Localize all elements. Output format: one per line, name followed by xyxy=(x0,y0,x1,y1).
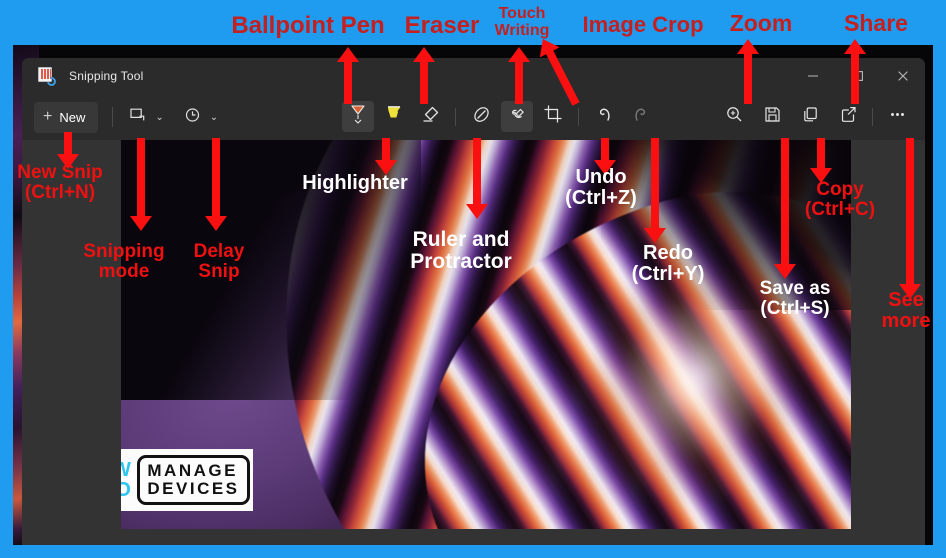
see-more-button[interactable] xyxy=(881,101,913,132)
annotation-touch-writing: Touch Writing xyxy=(494,5,550,39)
share-button[interactable] xyxy=(832,101,864,132)
annotation-eraser: Eraser xyxy=(404,12,480,39)
title-bar: Snipping Tool xyxy=(22,58,925,94)
snipping-tool-window: Snipping Tool + New ⌄ ⌄ W O MANAGE DEVIC… xyxy=(22,58,925,545)
eraser-icon xyxy=(420,104,441,130)
canvas-area[interactable]: HOW TO MANAGE DEVICES xyxy=(22,140,925,545)
snipping-tool-icon xyxy=(37,66,58,88)
watermark-managedevices: MANAGE DEVICES xyxy=(137,455,250,505)
drawing-tools-group xyxy=(342,101,656,132)
copy-button[interactable] xyxy=(794,101,826,132)
save-floppy-icon xyxy=(763,105,782,129)
share-icon xyxy=(839,105,858,129)
touch-writing-icon xyxy=(507,104,528,130)
annotation-zoom: Zoom xyxy=(729,10,793,36)
clock-delay-icon xyxy=(184,106,201,128)
watermark-howto: HOW TO xyxy=(121,460,131,500)
eraser-tool[interactable] xyxy=(414,101,446,132)
toolbar: + New ⌄ ⌄ xyxy=(22,94,925,140)
close-button[interactable] xyxy=(880,58,925,94)
outer-blue-frame: Snipping Tool + New ⌄ ⌄ W O MANAGE DEVIC… xyxy=(0,0,946,558)
highlighter-icon xyxy=(384,103,404,130)
desktop-backdrop: Snipping Tool + New ⌄ ⌄ W O MANAGE DEVIC… xyxy=(13,45,933,545)
image-crop-tool[interactable] xyxy=(537,101,569,132)
minimize-button[interactable] xyxy=(790,58,835,94)
dark-corner-left xyxy=(121,140,421,400)
highlighter-tool[interactable] xyxy=(378,101,410,132)
undo-button[interactable] xyxy=(588,101,620,132)
toolbar-divider xyxy=(455,107,456,126)
crop-icon xyxy=(543,104,563,129)
annotation-share: Share xyxy=(844,10,908,36)
snipped-image[interactable]: HOW TO MANAGE DEVICES xyxy=(121,140,851,529)
delay-snip-button[interactable]: ⌄ xyxy=(177,102,221,133)
watermark-to: TO xyxy=(121,479,132,501)
ballpoint-pen-icon xyxy=(348,103,368,130)
new-snip-button[interactable]: + New xyxy=(34,101,99,133)
toolbar-divider xyxy=(578,107,579,126)
undo-icon xyxy=(594,104,615,130)
save-as-button[interactable] xyxy=(756,101,788,132)
action-tools-group xyxy=(718,101,913,132)
ruler-protractor-tool[interactable] xyxy=(465,101,497,132)
watermark-devices: DEVICES xyxy=(147,479,240,498)
chevron-down-icon: ⌄ xyxy=(155,111,164,123)
watermark-how: HOW xyxy=(121,459,132,481)
new-snip-label: New xyxy=(59,109,86,125)
redo-button[interactable] xyxy=(624,101,656,132)
ballpoint-pen-tool[interactable] xyxy=(342,101,374,132)
maximize-button[interactable] xyxy=(835,58,880,94)
ruler-protractor-icon xyxy=(471,104,492,130)
watermark-manage: MANAGE xyxy=(147,461,238,480)
zoom-in-magnifier-icon xyxy=(725,105,744,129)
annotation-ballpoint-pen: Ballpoint Pen xyxy=(231,12,385,39)
watermark-logo: HOW TO MANAGE DEVICES xyxy=(121,449,253,511)
copy-icon xyxy=(801,105,820,129)
plus-icon: + xyxy=(43,108,53,125)
touch-writing-tool[interactable] xyxy=(501,101,533,132)
redo-icon xyxy=(630,104,651,130)
rectangle-snip-icon xyxy=(129,106,146,128)
ellipsis-icon xyxy=(888,105,907,129)
zoom-button[interactable] xyxy=(718,101,750,132)
toolbar-divider xyxy=(112,107,114,127)
annotation-image-crop: Image Crop xyxy=(582,12,704,37)
dark-corner-right xyxy=(601,140,851,310)
toolbar-divider xyxy=(872,107,873,126)
snipping-mode-button[interactable]: ⌄ xyxy=(122,102,166,133)
window-title: Snipping Tool xyxy=(69,69,144,83)
chevron-down-icon: ⌄ xyxy=(209,111,219,123)
window-controls xyxy=(790,58,925,94)
